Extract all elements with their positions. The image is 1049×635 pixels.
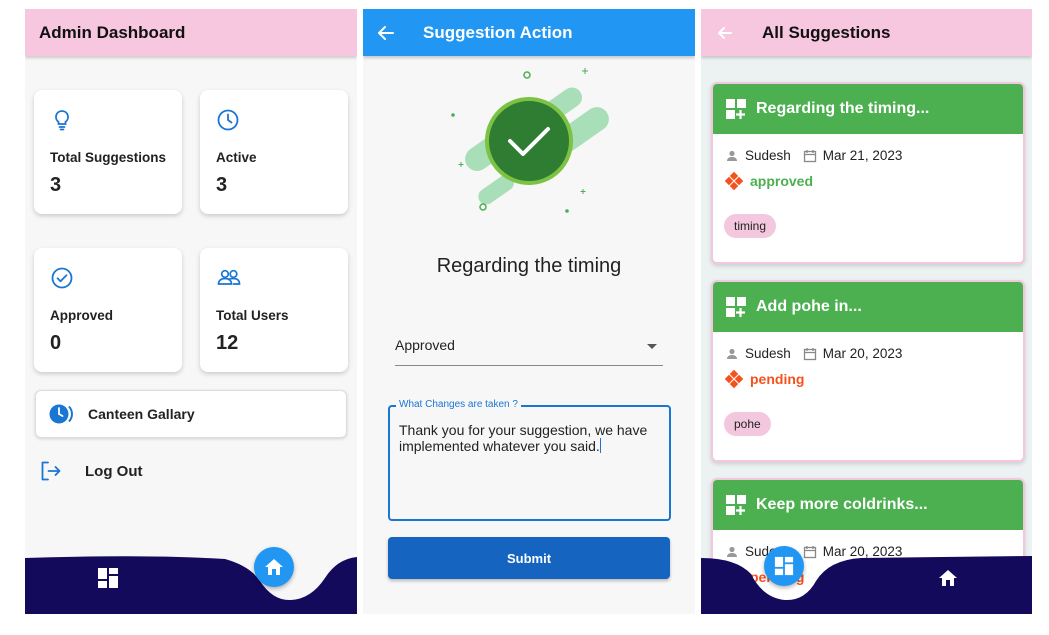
person-icon xyxy=(725,347,739,361)
calendar-icon xyxy=(803,149,817,163)
suggestion-card[interactable]: Add pohe in... Sudesh Mar 20, 2023 pendi… xyxy=(711,280,1025,462)
suggestion-author: Sudesh xyxy=(745,148,791,163)
page-title: All Suggestions xyxy=(762,22,891,42)
stat-label: Active xyxy=(216,150,257,165)
suggestion-card-header: Regarding the timing... xyxy=(713,84,1023,134)
stat-value: 12 xyxy=(216,332,239,354)
suggestion-title: Regarding the timing xyxy=(436,255,622,277)
stat-card-total-suggestions[interactable]: Total Suggestions 3 xyxy=(34,90,182,214)
dashboard-add-icon xyxy=(726,495,746,515)
canteen-gallery-button[interactable]: Canteen Gallary xyxy=(35,390,347,438)
status-label-approved: approved xyxy=(750,173,814,189)
home-fab[interactable] xyxy=(254,547,294,587)
suggestion-card-header: Add pohe in... xyxy=(713,282,1023,332)
suggestion-status: pending xyxy=(724,369,805,389)
users-icon xyxy=(216,266,241,290)
app-bar: All Suggestions xyxy=(701,9,1032,56)
stat-value: 3 xyxy=(216,174,228,196)
suggestion-card-title: Regarding the timing... xyxy=(756,100,930,117)
person-icon xyxy=(725,149,739,163)
gallery-icon xyxy=(48,402,74,426)
dropdown-arrow-icon xyxy=(647,344,657,349)
stat-value: 0 xyxy=(50,332,62,354)
text-caret xyxy=(599,438,602,453)
changes-textarea[interactable]: What Changes are taken ? Thank you for y… xyxy=(388,399,671,521)
dashboard-icon[interactable] xyxy=(97,567,119,589)
status-dropdown[interactable]: Approved xyxy=(395,331,663,366)
submit-button[interactable]: Submit xyxy=(388,537,670,579)
suggestion-card-title: Keep more coldrinks... xyxy=(756,496,928,513)
dashboard-icon xyxy=(774,556,794,576)
home-icon xyxy=(264,557,284,577)
home-icon[interactable] xyxy=(938,568,958,588)
stat-card-active[interactable]: Active 3 xyxy=(200,90,348,214)
success-illustration xyxy=(447,65,617,225)
suggestion-meta: Sudesh Mar 21, 2023 xyxy=(725,148,902,163)
suggestion-date: Mar 21, 2023 xyxy=(822,148,903,163)
back-arrow-icon[interactable] xyxy=(717,25,733,41)
all-suggestions-screen: All Suggestions Regarding the timing... … xyxy=(701,9,1032,614)
logout-label: Log Out xyxy=(85,462,143,480)
suggestion-meta: Sudesh Mar 20, 2023 xyxy=(725,346,902,361)
stat-label: Total Users xyxy=(216,308,289,323)
status-icon xyxy=(724,369,744,389)
stat-value: 3 xyxy=(50,174,62,196)
page-title: Suggestion Action xyxy=(423,22,573,42)
tag-chip[interactable]: pohe xyxy=(724,412,771,436)
check-circle-icon xyxy=(50,266,74,290)
suggestion-card[interactable]: Regarding the timing... Sudesh Mar 21, 2… xyxy=(711,82,1025,264)
stat-card-approved[interactable]: Approved 0 xyxy=(34,248,182,372)
changes-field-label: What Changes are taken ? xyxy=(396,399,521,410)
suggestion-status: approved xyxy=(724,171,814,191)
lightbulb-icon xyxy=(50,108,74,132)
dashboard-add-icon xyxy=(726,99,746,119)
page-title: Admin Dashboard xyxy=(39,22,186,42)
status-label-pending: pending xyxy=(750,371,805,387)
changes-text: Thank you for your suggestion, we have i… xyxy=(399,422,648,454)
app-bar: Suggestion Action xyxy=(363,9,695,56)
calendar-icon xyxy=(803,347,817,361)
stat-label: Total Suggestions xyxy=(50,150,167,165)
back-arrow-icon[interactable] xyxy=(377,24,395,42)
status-icon xyxy=(724,171,744,191)
dashboard-fab[interactable] xyxy=(764,546,804,586)
tag-chip[interactable]: timing xyxy=(724,214,777,238)
app-bar: Admin Dashboard xyxy=(25,9,357,56)
suggestion-card-header: Keep more coldrinks... xyxy=(713,480,1023,530)
suggestion-author: Sudesh xyxy=(745,346,791,361)
dashboard-add-icon xyxy=(726,297,746,317)
stat-label: Approved xyxy=(50,308,114,323)
bottom-nav-bar xyxy=(701,556,1032,614)
admin-dashboard-screen: Admin Dashboard Total Suggestions 3 Acti… xyxy=(25,9,357,614)
bottom-nav-bar xyxy=(25,556,357,614)
canteen-gallery-label: Canteen Gallary xyxy=(88,406,195,422)
clock-icon xyxy=(216,108,240,132)
status-dropdown-value: Approved xyxy=(395,337,455,353)
suggestion-action-screen: Suggestion Action Regarding the timing A… xyxy=(363,9,695,614)
logout-icon xyxy=(39,459,63,483)
stat-card-total-users[interactable]: Total Users 12 xyxy=(200,248,348,372)
logout-button[interactable]: Log Out xyxy=(39,459,142,483)
suggestion-date: Mar 20, 2023 xyxy=(822,346,903,361)
suggestion-card-title: Add pohe in... xyxy=(756,298,862,315)
